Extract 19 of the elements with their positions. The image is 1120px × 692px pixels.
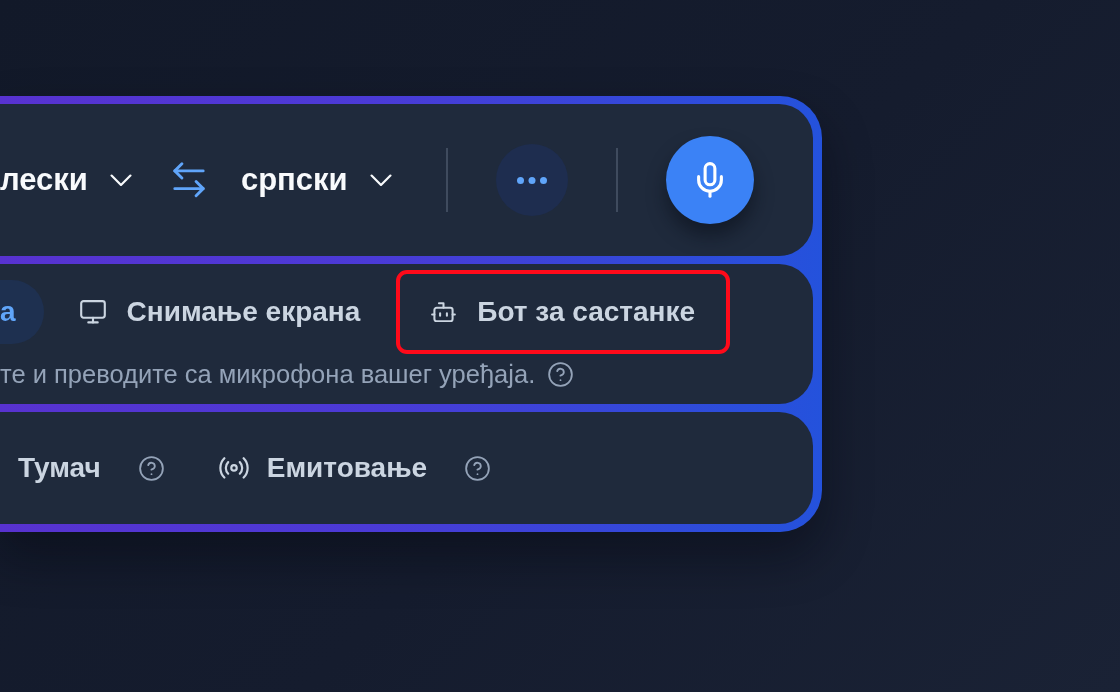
- dots-icon: [516, 176, 547, 184]
- source-language-select[interactable]: лески: [0, 160, 132, 200]
- input-source-tab[interactable]: Снимање екрана: [55, 280, 385, 344]
- monitor-icon: [79, 300, 106, 324]
- target-language-select[interactable]: српски: [240, 160, 392, 200]
- help-icon[interactable]: [548, 361, 574, 387]
- description-text: те и преводите са микрофона вашег уређаја.: [0, 359, 536, 389]
- chevron-icon: [369, 173, 392, 187]
- chevron-icon: [109, 173, 132, 187]
- robot-icon: [431, 301, 457, 323]
- help-icon[interactable]: [138, 455, 164, 481]
- help-icon[interactable]: [465, 455, 491, 481]
- microphone-icon: [696, 162, 723, 198]
- input-source-tab[interactable]: Бот за састанке: [407, 280, 720, 344]
- input-source-tab[interactable]: а: [0, 280, 44, 344]
- mode-option[interactable]: Тумач: [18, 450, 101, 486]
- mode-option[interactable]: Емитовање: [218, 450, 428, 486]
- broadcast-icon: [218, 457, 249, 479]
- swap-icon[interactable]: [172, 162, 205, 198]
